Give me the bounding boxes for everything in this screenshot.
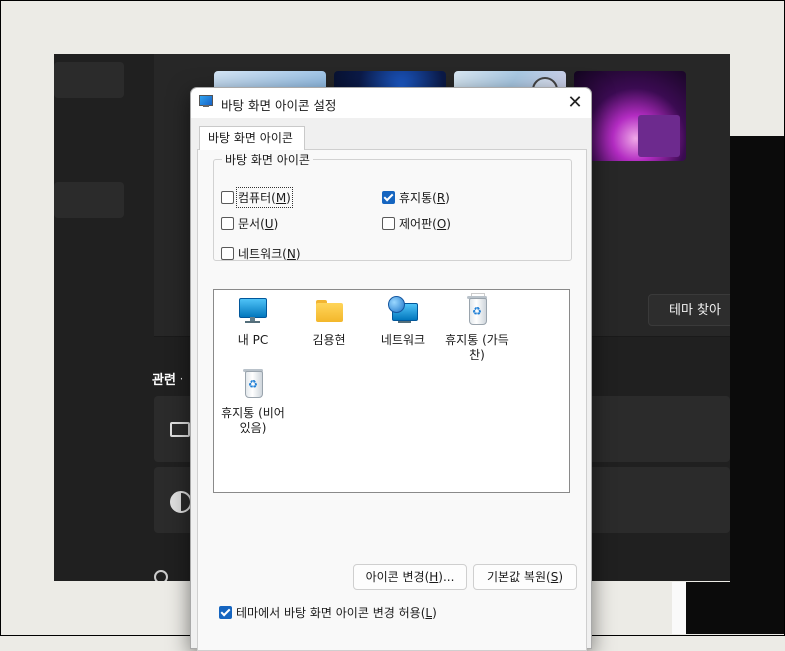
- change-icon-key: H: [429, 570, 439, 584]
- theme-accent-swatch: [638, 115, 680, 157]
- checkbox-box[interactable]: [382, 217, 395, 230]
- folder-icon: [313, 295, 345, 327]
- icon-item-label: 휴지통 (비어 있음): [221, 406, 285, 435]
- allow-themes-label: 테마에서 바탕 화면 아이콘 변경 허용(L): [236, 606, 437, 620]
- network-checkbox[interactable]: 네트워크(N): [221, 245, 301, 262]
- monitor-icon: [237, 295, 269, 327]
- icon-item-this-pc[interactable]: 내 PC: [215, 295, 291, 348]
- control-panel-checkbox-label: 제어판(O): [399, 217, 451, 231]
- change-icon-button[interactable]: 아이콘 변경(H)...: [353, 564, 467, 590]
- icon-item-network[interactable]: 네트워크: [365, 295, 441, 348]
- desktop-icon-settings-dialog: 바탕 화면 아이콘 설정 ✕ 바탕 화면 아이콘 바탕 화면 아이콘 컴퓨터(M…: [190, 87, 592, 651]
- computer-checkbox-label: 컴퓨터(M): [236, 187, 293, 208]
- change-icon-label: 아이콘 변경: [365, 570, 425, 584]
- network-icon: [387, 295, 419, 327]
- icon-item-recycle-bin-full[interactable]: ♻ 휴지통 (가득 찬): [439, 293, 515, 363]
- monitor-icon: [170, 422, 190, 437]
- tab-desktop-icons[interactable]: 바탕 화면 아이콘: [199, 126, 305, 150]
- contrast-icon: [170, 491, 192, 513]
- change-icon-ellipsis: ...: [442, 570, 455, 584]
- icon-item-label: 휴지통 (가득 찬): [445, 333, 509, 362]
- help-icon[interactable]: [154, 570, 168, 581]
- desktop-icon-list[interactable]: 내 PC 김용현 네트워크 ♻ 휴지통 (가득 찬) ♻ 휴지통 (비어 있음): [213, 289, 570, 493]
- checkbox-box[interactable]: [221, 191, 234, 204]
- close-button[interactable]: ✕: [563, 91, 587, 115]
- icon-item-label: 네트워크: [380, 333, 426, 347]
- sidebar-nav-item[interactable]: [54, 62, 124, 98]
- recycle-bin-empty-icon: ♻: [237, 368, 269, 400]
- desktop-background-light: [672, 582, 686, 634]
- display-settings-icon: [199, 95, 213, 107]
- computer-checkbox[interactable]: 컴퓨터(M): [221, 187, 293, 208]
- allow-themes-checkbox[interactable]: 테마에서 바탕 화면 아이콘 변경 허용(L): [219, 604, 437, 621]
- restore-default-key: S: [550, 570, 559, 584]
- recycle-bin-checkbox[interactable]: 휴지통(R): [382, 189, 450, 206]
- dialog-title: 바탕 화면 아이콘 설정: [221, 98, 337, 113]
- related-settings-title: 관련 설정: [152, 373, 182, 388]
- desktop-background-dark: [730, 136, 784, 586]
- documents-checkbox[interactable]: 문서(U): [221, 215, 278, 232]
- tab-panel: 바탕 화면 아이콘 컴퓨터(M) 휴지통(R) 문서(U) 제어판(O) 네트워…: [197, 149, 587, 651]
- checkbox-box[interactable]: [382, 191, 395, 204]
- dialog-titlebar[interactable]: 바탕 화면 아이콘 설정 ✕: [191, 88, 591, 118]
- icon-item-label: 김용현: [312, 333, 346, 347]
- restore-default-label: 기본값 복원: [486, 570, 546, 584]
- checkbox-box[interactable]: [221, 247, 234, 260]
- find-theme-button[interactable]: 테마 찾아: [648, 294, 730, 326]
- documents-checkbox-label: 문서(U): [238, 217, 279, 231]
- icon-item-recycle-bin-empty[interactable]: ♻ 휴지통 (비어 있음): [215, 368, 291, 436]
- checkbox-box[interactable]: [221, 217, 234, 230]
- desktop-background-dark: [686, 582, 784, 634]
- icon-item-user-folder[interactable]: 김용현: [291, 295, 367, 348]
- restore-default-button[interactable]: 기본값 복원(S): [473, 564, 577, 590]
- group-title: 바탕 화면 아이콘: [222, 151, 313, 168]
- network-checkbox-label: 네트워크(N): [238, 247, 301, 261]
- recycle-bin-full-icon: ♻: [461, 293, 493, 327]
- control-panel-checkbox[interactable]: 제어판(O): [382, 215, 451, 232]
- icon-item-label: 내 PC: [237, 333, 269, 347]
- recycle-bin-checkbox-label: 휴지통(R): [399, 191, 450, 205]
- checkbox-box[interactable]: [219, 606, 232, 619]
- close-icon: ✕: [567, 92, 583, 113]
- sidebar-nav-item[interactable]: [54, 182, 124, 218]
